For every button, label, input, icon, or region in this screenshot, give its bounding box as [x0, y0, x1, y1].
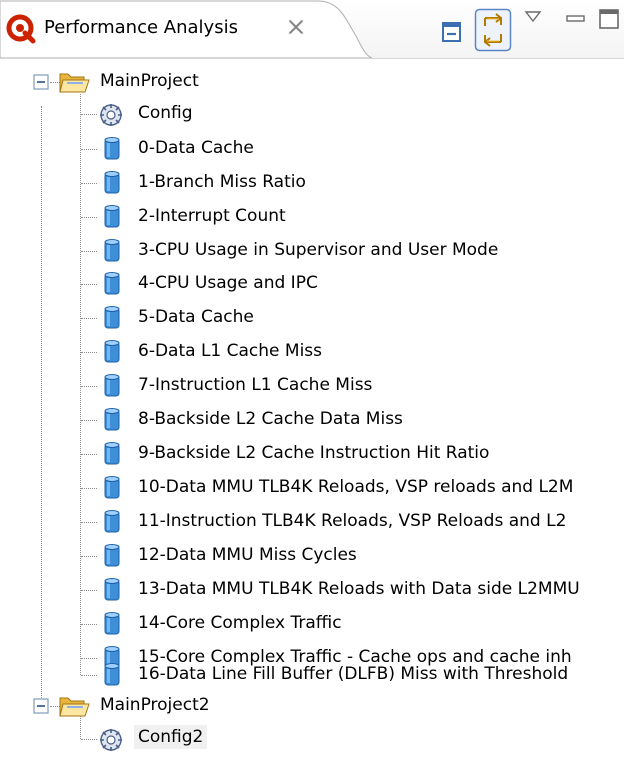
tree-item-analysis[interactable]: 1-Branch Miss Ratio [0, 167, 624, 199]
database-icon [104, 544, 120, 567]
tree-connector [81, 675, 97, 676]
analysis-label: 10-Data MMU TLB4K Reloads, VSP reloads a… [138, 477, 574, 497]
view-header: Performance Analysis [0, 0, 624, 59]
analysis-label: 14-Core Complex Traffic [138, 613, 342, 633]
database-icon [104, 272, 120, 295]
view-menu-icon[interactable] [524, 10, 542, 24]
tree-connector [81, 590, 97, 591]
tree-item-project[interactable]: MainProject2 [0, 690, 624, 722]
tree-item-analysis[interactable]: 2-Interrupt Count [0, 201, 624, 233]
database-icon [104, 239, 120, 262]
collapse-toggle-icon[interactable] [33, 74, 50, 91]
config-name: Config [138, 103, 193, 123]
database-icon [104, 171, 120, 194]
performance-analysis-icon [6, 14, 36, 44]
database-icon [104, 205, 120, 228]
tree-item-project[interactable]: MainProject [0, 66, 624, 98]
tree-connector [81, 251, 97, 252]
link-with-editor-icon[interactable] [474, 8, 512, 52]
collapse-toggle-icon[interactable] [33, 698, 50, 715]
config-gear-icon [100, 729, 122, 751]
database-icon [104, 340, 120, 363]
tree-connector [81, 556, 97, 557]
tree-item-analysis[interactable]: 6-Data L1 Cache Miss [0, 336, 624, 368]
collapse-all-icon[interactable] [440, 20, 464, 44]
tree-item-analysis[interactable]: 4-CPU Usage and IPC [0, 268, 624, 300]
tree-item-analysis[interactable]: 12-Data MMU Miss Cycles [0, 540, 624, 572]
analysis-label: 5-Data Cache [138, 307, 254, 327]
database-icon [104, 612, 120, 635]
tree-connector [81, 420, 97, 421]
tree-item-analysis[interactable]: 11-Instruction TLB4K Reloads, VSP Reload… [0, 506, 624, 538]
analysis-label: 0-Data Cache [138, 138, 254, 158]
tree-item-analysis[interactable]: 10-Data MMU TLB4K Reloads, VSP reloads a… [0, 472, 624, 504]
analysis-label: 16-Data Line Fill Buffer (DLFB) Miss wit… [138, 664, 569, 684]
tree-connector [81, 183, 97, 184]
project-name: MainProject2 [100, 695, 210, 715]
tree-item-analysis[interactable]: 3-CPU Usage in Supervisor and User Mode [0, 235, 624, 267]
tree-connector [81, 217, 97, 218]
tree-item-analysis[interactable]: 14-Core Complex Traffic [0, 608, 624, 640]
tree-connector [81, 624, 97, 625]
database-icon [104, 374, 120, 397]
tree-item-config[interactable]: Config2 [0, 723, 624, 755]
close-x-icon[interactable] [285, 16, 307, 38]
database-icon [104, 306, 120, 329]
project-tree[interactable]: MainProject Config 0-Data Cache 1-Branch… [0, 58, 624, 781]
tree-connector [81, 318, 97, 319]
tree-connector [81, 739, 97, 740]
tree-item-analysis[interactable]: 7-Instruction L1 Cache Miss [0, 370, 624, 402]
analysis-label: 12-Data MMU Miss Cycles [138, 545, 357, 565]
tree-connector [81, 522, 97, 523]
tree-item-analysis[interactable]: 5-Data Cache [0, 302, 624, 334]
database-icon [104, 663, 120, 686]
tree-item-analysis[interactable]: 16-Data Line Fill Buffer (DLFB) Miss wit… [0, 659, 624, 691]
minimize-icon[interactable] [566, 14, 586, 24]
tree-connector [81, 284, 97, 285]
analysis-label: 9-Backside L2 Cache Instruction Hit Rati… [138, 443, 490, 463]
config-gear-icon [100, 104, 122, 126]
folder-open-icon [59, 73, 90, 93]
database-icon [104, 510, 120, 533]
analysis-label: 13-Data MMU TLB4K Reloads with Data side… [138, 579, 580, 599]
maximize-icon[interactable] [598, 8, 620, 30]
tree-connector [81, 386, 97, 387]
tree-item-analysis[interactable]: 0-Data Cache [0, 133, 624, 165]
folder-open-icon [59, 697, 90, 717]
analysis-label: 11-Instruction TLB4K Reloads, VSP Reload… [138, 511, 567, 531]
tree-item-analysis[interactable]: 8-Backside L2 Cache Data Miss [0, 404, 624, 436]
tree-connector [81, 488, 97, 489]
tab-title: Performance Analysis [44, 17, 238, 38]
tree-connector [81, 149, 97, 150]
project-name: MainProject [100, 71, 199, 91]
config-name-selected: Config2 [134, 725, 208, 749]
analysis-label: 1-Branch Miss Ratio [138, 172, 306, 192]
analysis-label: 7-Instruction L1 Cache Miss [138, 375, 373, 395]
tree-item-analysis[interactable]: 13-Data MMU TLB4K Reloads with Data side… [0, 574, 624, 606]
analysis-label: 4-CPU Usage and IPC [138, 273, 318, 293]
database-icon [104, 476, 120, 499]
tree-connector [81, 454, 97, 455]
analysis-label: 6-Data L1 Cache Miss [138, 341, 323, 361]
analysis-label: 2-Interrupt Count [138, 206, 286, 226]
database-icon [104, 408, 120, 431]
tree-connector [81, 114, 97, 115]
tree-item-analysis[interactable]: 9-Backside L2 Cache Instruction Hit Rati… [0, 438, 624, 470]
database-icon [104, 442, 120, 465]
tab-performance-analysis[interactable]: Performance Analysis [0, 0, 372, 58]
analysis-label: 8-Backside L2 Cache Data Miss [138, 409, 403, 429]
database-icon [104, 137, 120, 160]
tree-item-config[interactable]: Config [0, 98, 624, 130]
analysis-label: 3-CPU Usage in Supervisor and User Mode [138, 240, 499, 260]
database-icon [104, 578, 120, 601]
tree-connector [81, 352, 97, 353]
